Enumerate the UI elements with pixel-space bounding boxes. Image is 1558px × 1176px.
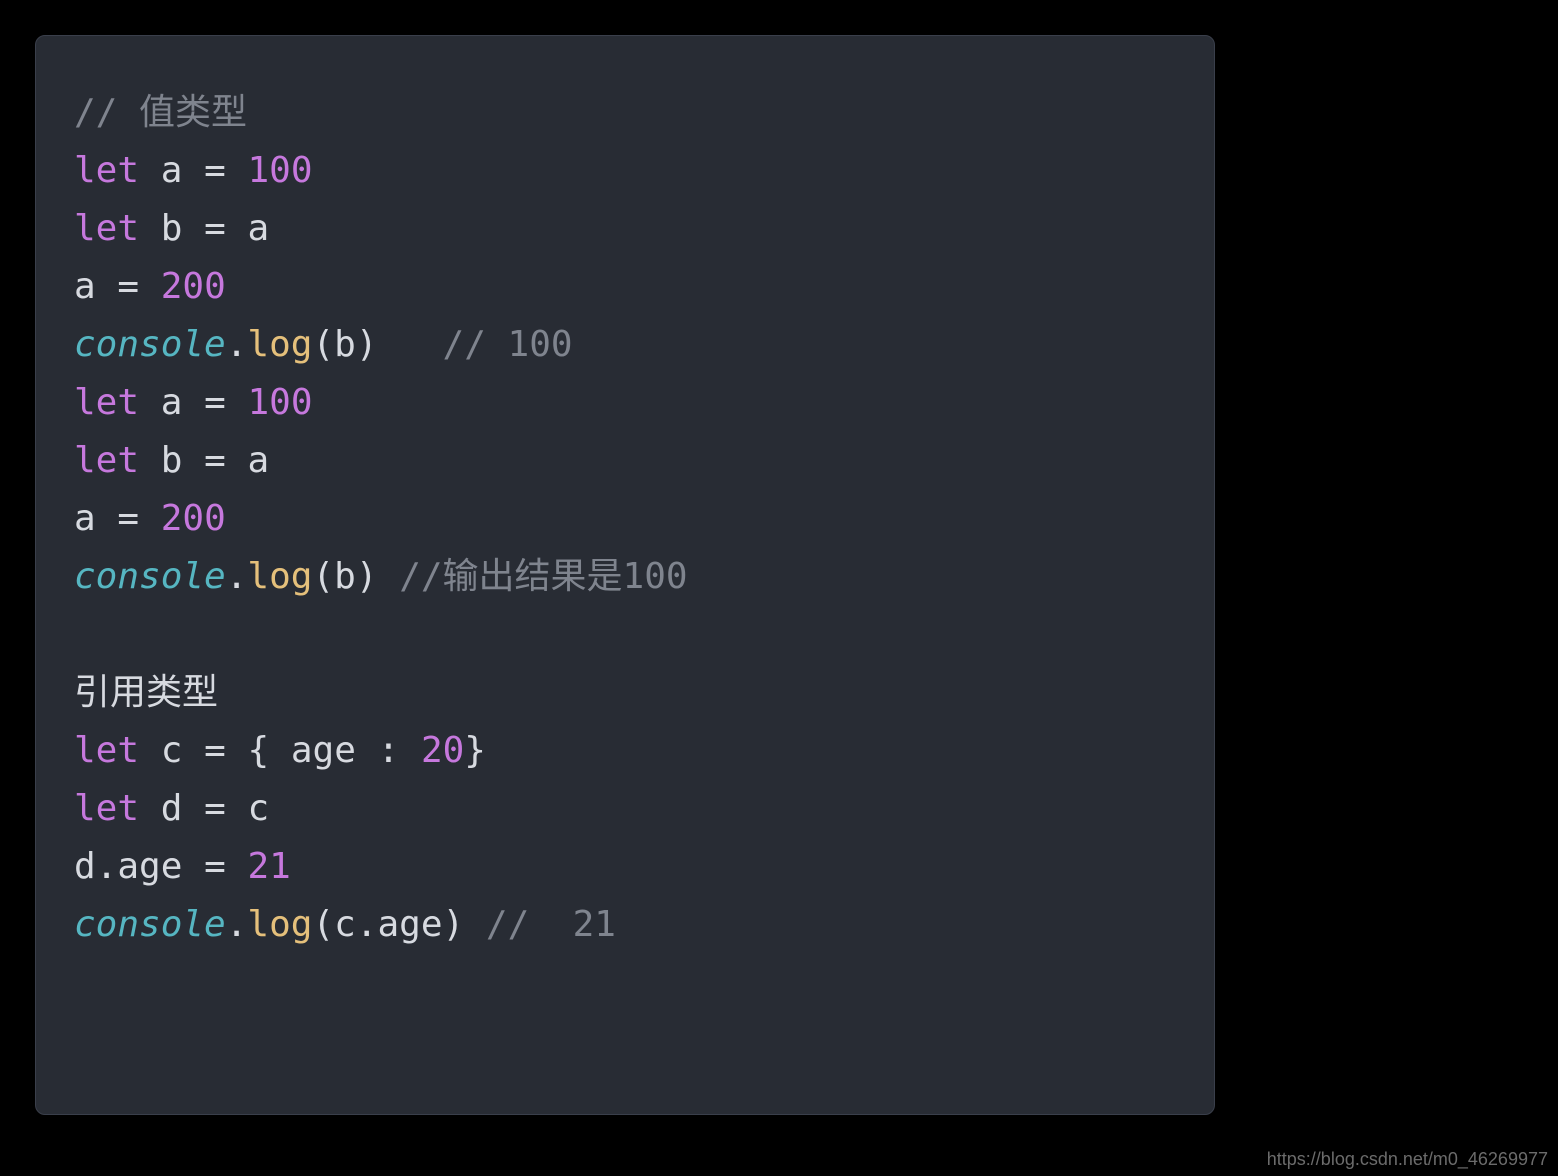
keyword-let: let xyxy=(74,382,139,423)
operator: = xyxy=(204,846,226,887)
operator: = xyxy=(204,788,226,829)
operator: = xyxy=(204,382,226,423)
keyword-let: let xyxy=(74,150,139,191)
operator: = xyxy=(117,266,139,307)
identifier: a xyxy=(247,440,269,481)
number: 200 xyxy=(161,266,226,307)
operator: = xyxy=(117,498,139,539)
comment: // 100 xyxy=(443,324,573,365)
identifier: a xyxy=(161,382,183,423)
func-log: log xyxy=(247,556,312,597)
operator: = xyxy=(204,208,226,249)
identifier: a xyxy=(74,266,96,307)
console: console xyxy=(74,904,226,945)
code-content: // 值类型 let a = 100 let b = a a = 200 con… xyxy=(74,84,1176,954)
identifier: c xyxy=(161,730,183,771)
keyword-let: let xyxy=(74,440,139,481)
identifier: b xyxy=(334,556,356,597)
console: console xyxy=(74,556,226,597)
identifier: a xyxy=(74,498,96,539)
keyword-let: let xyxy=(74,788,139,829)
property: age xyxy=(117,846,182,887)
number: 100 xyxy=(247,382,312,423)
console: console xyxy=(74,324,226,365)
comment: // 值类型 xyxy=(74,92,247,133)
property: age xyxy=(291,730,356,771)
identifier: c xyxy=(334,904,356,945)
func-log: log xyxy=(247,904,312,945)
operator: = xyxy=(204,440,226,481)
operator: = xyxy=(204,730,226,771)
number: 21 xyxy=(247,846,290,887)
identifier: a xyxy=(247,208,269,249)
keyword-let: let xyxy=(74,730,139,771)
operator: = xyxy=(204,150,226,191)
comment: // 21 xyxy=(486,904,616,945)
identifier: c xyxy=(247,788,269,829)
watermark: https://blog.csdn.net/m0_46269977 xyxy=(1267,1149,1548,1170)
func-log: log xyxy=(247,324,312,365)
number: 100 xyxy=(247,150,312,191)
identifier: d xyxy=(74,846,96,887)
identifier: b xyxy=(161,440,183,481)
property: age xyxy=(378,904,443,945)
number: 20 xyxy=(421,730,464,771)
number: 200 xyxy=(161,498,226,539)
code-block: // 值类型 let a = 100 let b = a a = 200 con… xyxy=(35,35,1215,1115)
keyword-let: let xyxy=(74,208,139,249)
identifier: b xyxy=(161,208,183,249)
identifier: d xyxy=(161,788,183,829)
identifier: a xyxy=(161,150,183,191)
identifier: b xyxy=(334,324,356,365)
comment: //输出结果是100 xyxy=(399,556,687,597)
plain-text: 引用类型 xyxy=(74,672,218,713)
